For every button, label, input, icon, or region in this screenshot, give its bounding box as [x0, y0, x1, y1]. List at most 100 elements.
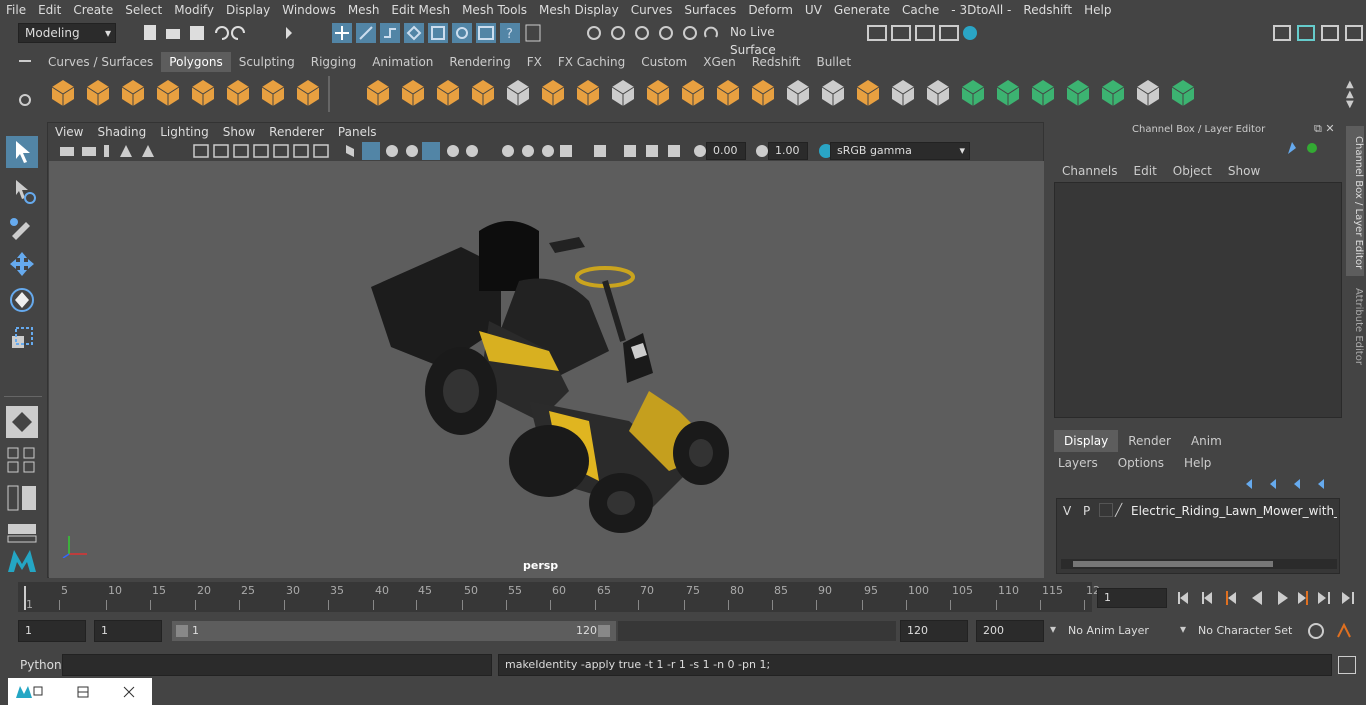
current-frame-field[interactable]: 1 — [1097, 588, 1167, 608]
menu-edit-mesh[interactable]: Edit Mesh — [385, 3, 456, 17]
snap-toolbar[interactable]: ? — [330, 23, 560, 43]
layer-row[interactable]: V P ╱ Electric_Riding_Lawn_Mower_with_Ba… — [1059, 501, 1337, 521]
menu-surfaces[interactable]: Surfaces — [678, 3, 742, 17]
character-set-dropdown[interactable]: No Character Set — [1198, 624, 1292, 637]
menu-help[interactable]: Help — [1078, 3, 1117, 17]
menu--3dtoall-[interactable]: - 3DtoAll - — [945, 3, 1017, 17]
channel-menu-show[interactable]: Show — [1220, 162, 1268, 180]
shelf-icon[interactable] — [853, 76, 885, 112]
shelf-icon[interactable] — [1133, 76, 1165, 112]
layer-tab-display[interactable]: Display — [1054, 430, 1119, 452]
shelf-tab-rigging[interactable]: Rigging — [303, 52, 364, 72]
shelf-tab-bullet[interactable]: Bullet — [808, 52, 859, 72]
shelf-icon[interactable] — [83, 76, 115, 112]
shelf-icon[interactable] — [118, 76, 150, 112]
shelf-tab-sculpting[interactable]: Sculpting — [231, 52, 303, 72]
viewport-canvas[interactable] — [49, 161, 1044, 578]
shelf-icon[interactable] — [503, 76, 535, 112]
chevron-down-icon[interactable]: ▾ — [1050, 622, 1056, 636]
viewport-menu-lighting[interactable]: Lighting — [153, 123, 216, 141]
menu-generate[interactable]: Generate — [828, 3, 896, 17]
shelf-icon[interactable] — [783, 76, 815, 112]
shelf-icon[interactable] — [48, 76, 80, 112]
anim-layer-dropdown[interactable]: No Anim Layer — [1068, 624, 1149, 637]
shelf-icon[interactable] — [573, 76, 605, 112]
paint-select-tool-icon[interactable] — [6, 210, 38, 242]
close-icon[interactable]: ⧉ ✕ — [1314, 122, 1335, 136]
menu-select[interactable]: Select — [119, 3, 168, 17]
range-end-handle[interactable] — [598, 625, 610, 637]
shelf-tab-custom[interactable]: Custom — [633, 52, 695, 72]
shelf-icon[interactable] — [1063, 76, 1095, 112]
menu-modify[interactable]: Modify — [168, 3, 220, 17]
range-track[interactable] — [618, 621, 896, 641]
colorspace-dropdown[interactable]: sRGB gamma ▾ — [830, 142, 970, 160]
window-controls[interactable] — [14, 684, 154, 700]
shelf-icon[interactable] — [538, 76, 570, 112]
shelf-tab-xgen[interactable]: XGen — [695, 52, 744, 72]
script-editor-icon[interactable] — [1338, 656, 1356, 674]
file-icons-group[interactable] — [140, 23, 350, 43]
shelf-icon[interactable] — [1028, 76, 1060, 112]
gamma-field[interactable]: 1.00 — [768, 142, 808, 160]
shelf-tab-redshift[interactable]: Redshift — [744, 52, 809, 72]
select-tool-icon[interactable] — [6, 136, 38, 168]
shelf-icon[interactable] — [293, 76, 325, 112]
mode-dropdown[interactable]: Modeling ▾ — [18, 23, 116, 43]
shelf-icon[interactable] — [643, 76, 675, 112]
channel-menu-object[interactable]: Object — [1165, 162, 1220, 180]
menu-redshift[interactable]: Redshift — [1017, 3, 1078, 17]
menu-file[interactable]: File — [0, 3, 32, 17]
shelf-icon[interactable] — [468, 76, 500, 112]
script-language-label[interactable]: Python — [20, 658, 62, 672]
menu-mesh-display[interactable]: Mesh Display — [533, 3, 625, 17]
workspace-icons-group[interactable] — [1270, 23, 1366, 43]
layout-icons[interactable] — [6, 444, 38, 476]
shelf-tab-fx-caching[interactable]: FX Caching — [550, 52, 633, 72]
playback-start-field[interactable]: 1 — [94, 620, 162, 642]
shelf-icon[interactable] — [608, 76, 640, 112]
layer-menu-layers[interactable]: Layers — [1058, 456, 1106, 470]
move-tool-icon[interactable] — [6, 248, 38, 280]
shelf-handle[interactable] — [16, 54, 34, 114]
channel-toggle-icons[interactable] — [1284, 138, 1324, 160]
render-icons-group[interactable] — [866, 23, 986, 43]
menu-display[interactable]: Display — [220, 3, 276, 17]
chevron-down-icon[interactable]: ▾ — [1180, 622, 1186, 636]
shelf-icon[interactable] — [1098, 76, 1130, 112]
snap-icons-group[interactable] — [584, 23, 724, 43]
layer-playback-toggle[interactable]: P — [1083, 504, 1090, 518]
range-slider[interactable]: 1 120 — [172, 621, 616, 641]
layer-type-toggle[interactable] — [1099, 503, 1113, 517]
live-surface-field[interactable]: No Live Surface — [724, 23, 822, 57]
menu-windows[interactable]: Windows — [276, 3, 342, 17]
scene-start-field[interactable]: 1 — [18, 620, 86, 642]
command-input[interactable] — [62, 654, 492, 676]
viewport-menu-renderer[interactable]: Renderer — [262, 123, 331, 141]
layer-tab-anim[interactable]: Anim — [1181, 430, 1232, 452]
lasso-tool-icon[interactable] — [6, 174, 38, 206]
shelf-icon[interactable] — [1168, 76, 1200, 112]
channel-menu-channels[interactable]: Channels — [1054, 162, 1126, 180]
shelf-tab-fx[interactable]: FX — [519, 52, 550, 72]
viewport-menu-view[interactable]: View — [48, 123, 90, 141]
shelf-icon[interactable] — [223, 76, 255, 112]
shelf-icon[interactable] — [678, 76, 710, 112]
shelf-icon[interactable] — [363, 76, 395, 112]
layer-scrollbar[interactable] — [1061, 559, 1337, 569]
shelf-icon[interactable] — [958, 76, 990, 112]
viewport-menu-panels[interactable]: Panels — [331, 123, 384, 141]
scene-end-field[interactable]: 200 — [976, 620, 1044, 642]
shelf-icon[interactable] — [433, 76, 465, 112]
viewport-menu-shading[interactable]: Shading — [90, 123, 153, 141]
menu-edit[interactable]: Edit — [32, 3, 67, 17]
layer-visibility-toggle[interactable]: V — [1063, 504, 1071, 518]
shelf-tab-polygons[interactable]: Polygons — [161, 52, 231, 72]
range-start-handle[interactable] — [176, 625, 188, 637]
menu-mesh[interactable]: Mesh — [342, 3, 386, 17]
timeline-track[interactable]: 1 5 10 15 20 25 30 35 40 45 50 55 60 65 70 75 80 85 90 95 10… — [18, 582, 1100, 612]
rotate-tool-icon[interactable] — [6, 284, 38, 316]
layer-menu-options[interactable]: Options — [1118, 456, 1172, 470]
shelf-icon[interactable] — [258, 76, 290, 112]
layer-menu-help[interactable]: Help — [1184, 456, 1219, 470]
